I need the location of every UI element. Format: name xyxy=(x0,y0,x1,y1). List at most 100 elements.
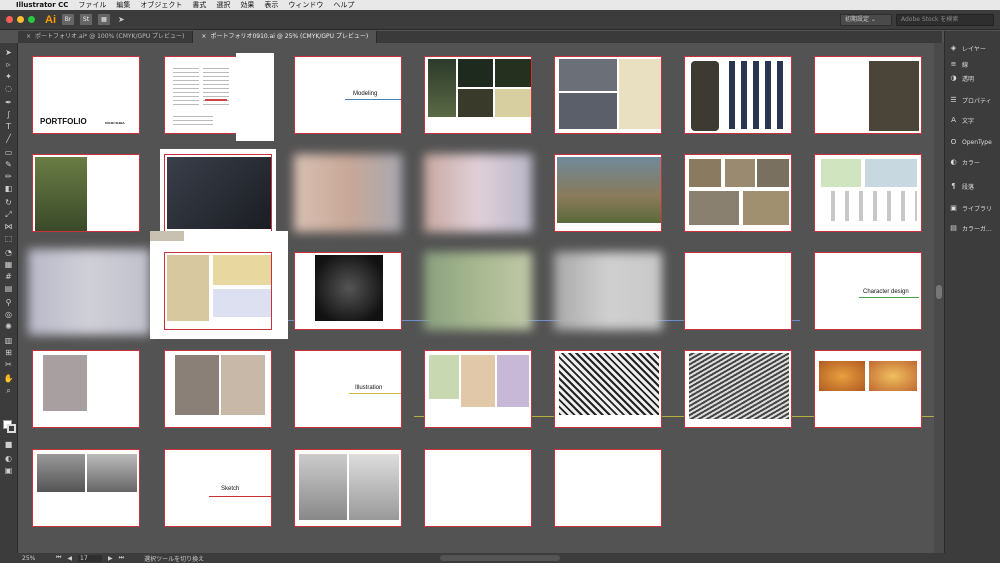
direct-selection-tool-icon[interactable]: ▹ xyxy=(3,59,14,70)
curvature-tool-icon[interactable]: ∫ xyxy=(3,109,14,120)
artboard-tool-icon[interactable]: ⊞ xyxy=(3,347,14,358)
close-tab-icon[interactable]: × xyxy=(201,33,206,40)
line-tool-icon[interactable]: ╱ xyxy=(3,133,14,144)
gradient-tool-icon[interactable]: ▤ xyxy=(3,283,14,294)
horizontal-scrollbar[interactable] xyxy=(440,555,560,561)
bridge-icon[interactable]: Br xyxy=(62,14,74,25)
menu-select[interactable]: 選択 xyxy=(216,0,230,10)
menu-window[interactable]: ウィンドウ xyxy=(288,0,323,10)
menu-file[interactable]: ファイル xyxy=(78,0,106,10)
symbol-sprayer-tool-icon[interactable]: ✺ xyxy=(3,321,14,332)
zoom-tool-icon[interactable]: ⌕ xyxy=(3,385,14,396)
artboard-illustration-1[interactable] xyxy=(424,350,532,428)
panel-character[interactable]: A 文字 xyxy=(949,113,1000,127)
artboard-sketch-3d[interactable] xyxy=(32,449,140,527)
artboard-robot-render[interactable] xyxy=(164,154,272,232)
magic-wand-tool-icon[interactable]: ✦ xyxy=(3,71,14,82)
panel-color[interactable]: ◐ カラー xyxy=(949,155,1000,169)
artboard-temple-details[interactable] xyxy=(684,154,792,232)
artboard-temple-render[interactable] xyxy=(554,154,662,232)
menu-view[interactable]: 表示 xyxy=(264,0,278,10)
artboard-character-sheet[interactable] xyxy=(814,154,922,232)
artboard-goblet-render[interactable] xyxy=(294,252,402,330)
zoom-level-field[interactable]: 25% xyxy=(22,555,50,562)
panel-color-guide[interactable]: ▤ カラーガ... xyxy=(949,221,1000,235)
paintbrush-tool-icon[interactable]: ✎ xyxy=(3,159,14,170)
eyedropper-tool-icon[interactable]: ⚲ xyxy=(3,297,14,308)
share-icon[interactable]: ➤ xyxy=(118,15,125,24)
screen-mode-icon[interactable]: ▣ xyxy=(3,465,14,476)
stock-search-input[interactable]: Adobe Stock を検索 xyxy=(896,14,994,26)
artboard-brass-instruments[interactable] xyxy=(164,252,272,330)
menu-help[interactable]: ヘルプ xyxy=(333,0,354,10)
free-transform-tool-icon[interactable]: ⬚ xyxy=(3,233,14,244)
artboard-cover[interactable]: PORTFOLIO KOHEI SHIBA xyxy=(32,56,140,134)
menu-edit[interactable]: 編集 xyxy=(116,0,130,10)
artboard-blank-2[interactable] xyxy=(424,449,532,527)
artboard-modeling-title[interactable]: Modeling xyxy=(294,56,402,134)
artboard-blank-3[interactable] xyxy=(554,449,662,527)
panel-transparency[interactable]: ◑ 透明 xyxy=(949,71,1000,85)
pen-tool-icon[interactable]: ✒ xyxy=(3,97,14,108)
last-artboard-button[interactable]: ⏭ xyxy=(119,554,124,562)
panel-layers[interactable]: ◈ レイヤー xyxy=(949,41,1000,55)
close-window-button[interactable] xyxy=(6,16,13,23)
lasso-tool-icon[interactable]: ◌ xyxy=(3,83,14,94)
eraser-tool-icon[interactable]: ◧ xyxy=(3,183,14,194)
panel-properties[interactable]: ☰ プロパティ xyxy=(949,93,1000,107)
stroke-color-swatch[interactable] xyxy=(7,424,16,433)
panel-paragraph[interactable]: ¶ 段落 xyxy=(949,179,1000,193)
color-mode-icon[interactable]: ■ xyxy=(3,439,14,450)
drawing-modes-icon[interactable]: ◐ xyxy=(3,453,14,464)
artboard-character-1[interactable] xyxy=(32,350,140,428)
artboard-blank-1[interactable] xyxy=(684,252,792,330)
menu-effect[interactable]: 効果 xyxy=(240,0,254,10)
artboard-number-field[interactable]: 17 xyxy=(78,554,103,562)
artboard-character-design-title[interactable]: Character design xyxy=(814,252,922,330)
tab-portfolio-0910[interactable]: × ポートフォリオ0910.ai @ 25% (CMYK/GPU プレビュー) xyxy=(193,31,378,43)
artboard-illustration-3[interactable] xyxy=(684,350,792,428)
scale-tool-icon[interactable]: ⤢ xyxy=(3,209,14,220)
type-tool-icon[interactable]: T xyxy=(3,121,14,132)
width-tool-icon[interactable]: ⋈ xyxy=(3,221,14,232)
vertical-scrollbar[interactable] xyxy=(934,43,944,553)
rectangle-tool-icon[interactable]: ▭ xyxy=(3,147,14,158)
stock-icon[interactable]: St xyxy=(80,14,92,25)
first-artboard-button[interactable]: ⏮ xyxy=(56,554,61,562)
app-name-menu[interactable]: Illustrator CC xyxy=(16,1,68,9)
artboard-food-illustration[interactable] xyxy=(814,350,922,428)
artboard-character-2[interactable] xyxy=(164,350,272,428)
minimize-window-button[interactable] xyxy=(17,16,24,23)
menu-object[interactable]: オブジェクト xyxy=(140,0,182,10)
zoom-window-button[interactable] xyxy=(28,16,35,23)
scroll-thumb[interactable] xyxy=(936,285,942,299)
slice-tool-icon[interactable]: ✂ xyxy=(3,359,14,370)
artboard-sketch-1[interactable] xyxy=(294,449,402,527)
artboard-modeling-3[interactable] xyxy=(684,56,792,134)
menu-type[interactable]: 書式 xyxy=(192,0,206,10)
perspective-grid-tool-icon[interactable]: ▦ xyxy=(3,259,14,270)
panel-stroke[interactable]: ≡ 線 xyxy=(949,57,1000,71)
artboard-canvas[interactable]: PORTFOLIO KOHEI SHIBA Modeling Character… xyxy=(18,43,934,553)
next-artboard-button[interactable]: ▶ xyxy=(108,555,113,562)
blend-tool-icon[interactable]: ◎ xyxy=(3,309,14,320)
close-tab-icon[interactable]: × xyxy=(26,33,31,40)
arrange-documents-icon[interactable]: ▦ xyxy=(98,14,110,25)
selection-tool-icon[interactable]: ➤ xyxy=(3,47,14,58)
panel-opentype[interactable]: O OpenType xyxy=(949,135,1000,149)
artboard-modeling-4[interactable] xyxy=(814,56,922,134)
shape-builder-tool-icon[interactable]: ◔ xyxy=(3,247,14,258)
artboard-illustration-title[interactable]: Illustration xyxy=(294,350,402,428)
tab-portfolio[interactable]: × ポートフォリオ.ai* @ 100% (CMYK/GPU プレビュー) xyxy=(18,31,194,43)
artboard-illustration-2[interactable] xyxy=(554,350,662,428)
artboard-modeling-1[interactable] xyxy=(424,56,532,134)
artboard-modeling-2[interactable] xyxy=(554,56,662,134)
rotate-tool-icon[interactable]: ↻ xyxy=(3,197,14,208)
mesh-tool-icon[interactable]: # xyxy=(3,271,14,282)
pencil-tool-icon[interactable]: ✏ xyxy=(3,171,14,182)
artboard-plant-render[interactable] xyxy=(32,154,140,232)
panel-libraries[interactable]: ▣ ライブラリ xyxy=(949,201,1000,215)
workspace-switcher[interactable]: 初期設定 ⌄ xyxy=(840,14,892,26)
column-graph-tool-icon[interactable]: ▥ xyxy=(3,335,14,346)
previous-artboard-button[interactable]: ◀ xyxy=(67,555,72,562)
